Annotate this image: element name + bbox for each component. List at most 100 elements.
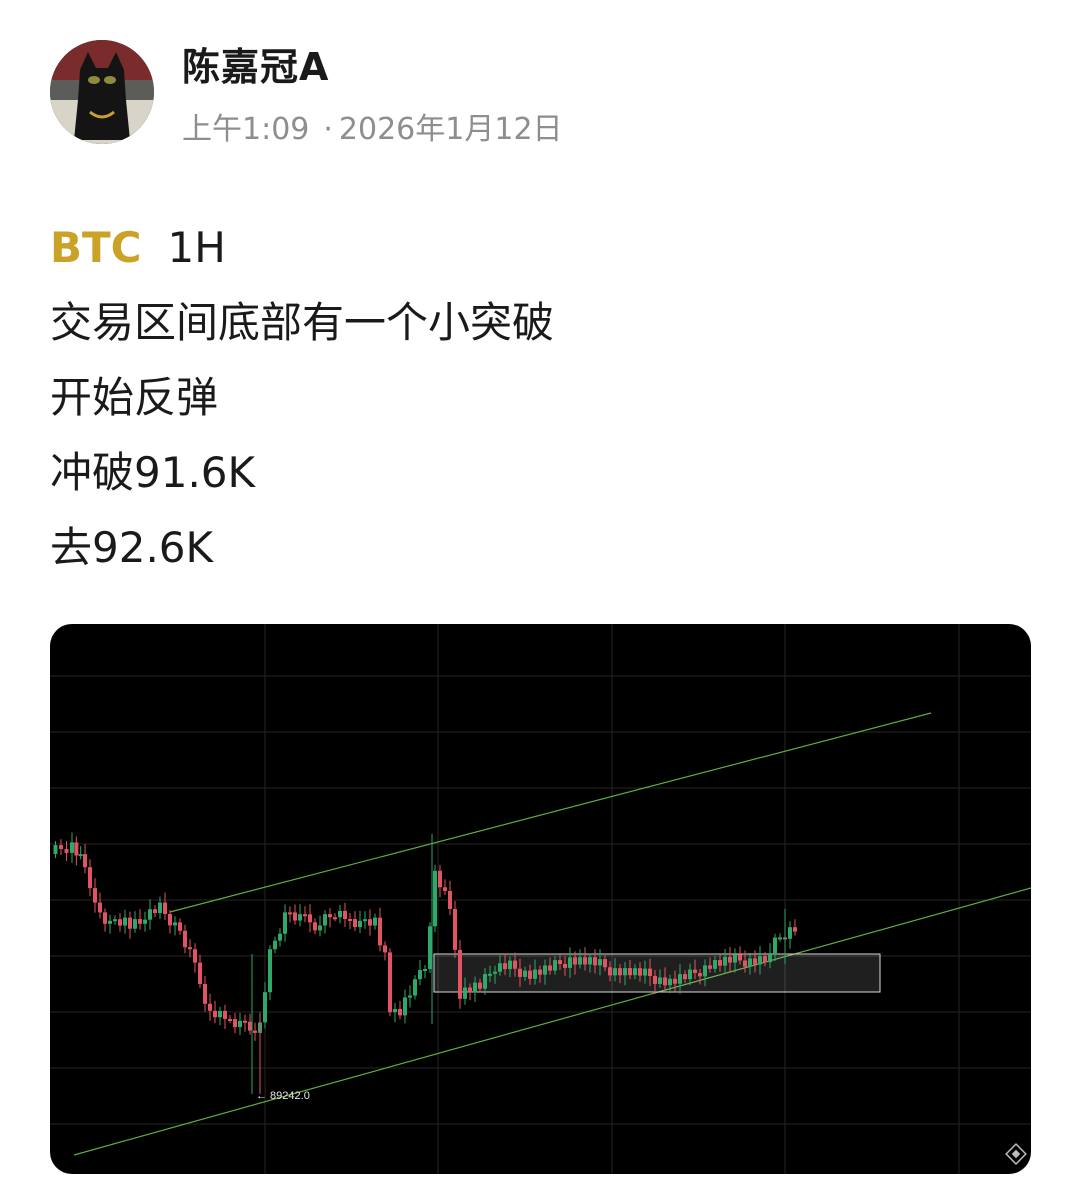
candle-body xyxy=(383,945,387,953)
author-avatar[interactable] xyxy=(50,40,154,144)
candle-body xyxy=(643,968,647,976)
candle-body xyxy=(593,957,597,966)
candle-body xyxy=(543,965,547,975)
candle-body xyxy=(648,968,652,976)
candle-body xyxy=(198,962,202,984)
candle-body xyxy=(368,919,372,926)
candle-body xyxy=(378,917,382,946)
candle-body xyxy=(313,922,317,931)
candle-body xyxy=(338,910,342,918)
candle-body xyxy=(253,1030,257,1033)
candle-body xyxy=(143,919,147,924)
candle-body xyxy=(578,957,582,965)
candle-body xyxy=(678,974,682,984)
candle-body xyxy=(628,968,632,976)
candle-body xyxy=(753,958,757,965)
candle-body xyxy=(173,922,177,926)
candle-body xyxy=(713,960,717,969)
candle-body xyxy=(64,849,69,853)
candle-body xyxy=(518,968,522,977)
chart-image[interactable]: ← 89242.0 xyxy=(50,624,1031,1174)
timeframe-label: 1H xyxy=(167,223,226,272)
candle-body xyxy=(263,992,267,1023)
candle-body xyxy=(513,960,517,969)
candle-body xyxy=(298,914,302,921)
candle-body xyxy=(793,927,797,932)
candle-body xyxy=(358,920,362,928)
candle-body xyxy=(528,970,532,979)
candle-body xyxy=(208,1003,212,1011)
candle-body xyxy=(683,974,687,980)
candle-body xyxy=(123,917,127,926)
candle-body xyxy=(118,919,122,926)
candle-body xyxy=(393,1009,397,1013)
candle-body xyxy=(453,909,457,950)
candle-body xyxy=(533,969,537,979)
candle-body xyxy=(70,842,74,853)
candle-body xyxy=(283,912,287,934)
post-line: 去92.6K xyxy=(50,523,214,572)
candle-body xyxy=(83,854,87,868)
upper-trendline xyxy=(169,712,932,913)
candle-body xyxy=(673,978,677,984)
author-name[interactable]: 陈嘉冠A xyxy=(182,36,329,91)
candle-body xyxy=(373,917,377,926)
candle-body xyxy=(473,982,477,993)
candle-body xyxy=(413,979,417,996)
lower-trendline xyxy=(73,887,1031,1156)
candle-body xyxy=(183,930,187,948)
candle-body xyxy=(568,957,572,968)
candle-body xyxy=(708,965,712,969)
post-header-line: BTC 1H xyxy=(50,210,554,285)
candle-body xyxy=(553,960,557,971)
candle-body xyxy=(668,978,672,986)
candle-body xyxy=(238,1020,242,1028)
candle-body xyxy=(148,909,152,920)
candle-body xyxy=(763,956,767,963)
range-box xyxy=(433,953,881,993)
candle-body xyxy=(573,957,577,965)
candle-body xyxy=(98,902,102,913)
candle-body xyxy=(738,954,742,961)
candle-body xyxy=(788,927,792,939)
candle-body xyxy=(278,933,282,941)
candle-body xyxy=(398,1009,402,1016)
candle-body xyxy=(233,1019,237,1028)
candle-body xyxy=(163,902,167,914)
candle-body xyxy=(403,997,407,1016)
candle-body xyxy=(498,963,502,972)
candle-body xyxy=(188,947,192,950)
post-date: 2026年1月12日 xyxy=(338,112,563,147)
candle-body xyxy=(203,984,207,1004)
candle-body xyxy=(478,982,482,989)
post-body: BTC 1H 交易区间底部有一个小突破 开始反弹 冲破91.6K 去92.6K xyxy=(50,210,554,585)
candle-body xyxy=(74,842,79,856)
candle-body xyxy=(158,902,162,914)
exchange-logo-icon xyxy=(1005,1143,1027,1165)
candle-body xyxy=(523,970,527,977)
post-line: 冲破91.6K xyxy=(50,448,256,497)
candle-body xyxy=(243,1020,247,1023)
candle-body xyxy=(688,969,692,980)
candle-body xyxy=(443,887,447,891)
candle-body xyxy=(248,1021,252,1031)
candle-body xyxy=(558,960,562,964)
candle-body xyxy=(733,954,737,963)
candle-body xyxy=(598,959,602,966)
candle-body xyxy=(108,920,112,924)
candle-body xyxy=(308,914,312,923)
candle-body xyxy=(548,965,552,971)
candle-body xyxy=(778,937,782,940)
candle-body xyxy=(603,959,607,968)
candle-body xyxy=(348,919,352,921)
candle-body xyxy=(193,949,197,963)
candle-body xyxy=(613,968,617,976)
candle-body xyxy=(503,963,507,970)
candle-body xyxy=(178,922,182,931)
post-line: 开始反弹 xyxy=(50,373,219,422)
candle-body xyxy=(448,890,452,909)
candle-body xyxy=(363,919,367,922)
ticker-tag[interactable]: BTC xyxy=(50,223,142,272)
candle-body xyxy=(93,888,97,903)
candle-body xyxy=(693,969,697,973)
